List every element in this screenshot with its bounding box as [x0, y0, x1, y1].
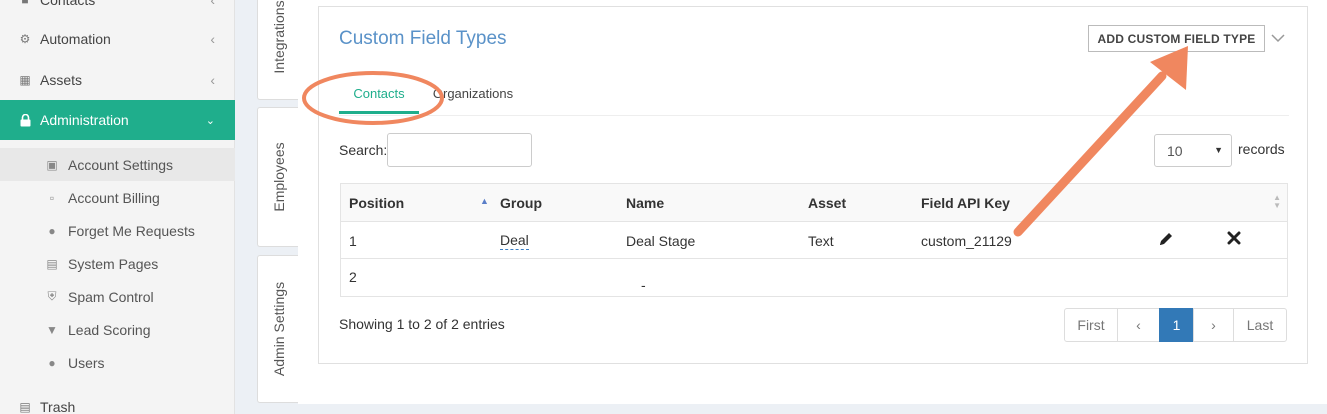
sidebar-subitem-label: System Pages	[68, 255, 159, 272]
user-icon: ●	[48, 355, 56, 370]
sidebar-item-label: Trash	[40, 399, 76, 414]
trash-icon: ▤	[19, 400, 31, 414]
grid-icon: ▦	[19, 73, 31, 87]
chevron-left-icon: ‹	[210, 31, 215, 47]
panel-title: Custom Field Types	[339, 28, 507, 49]
chevron-left-icon: ‹	[210, 0, 215, 8]
collapse-chevron-icon[interactable]	[1271, 30, 1285, 46]
sidebar-item-contacts[interactable]: ■ Contacts ‹	[0, 0, 235, 20]
sidebar-subitem-account-billing[interactable]: ▫ Account Billing	[0, 181, 235, 214]
custom-field-types-panel: Custom Field Types ADD CUSTOM FIELD TYPE…	[318, 6, 1308, 364]
custom-fields-table: Position ▲ Group Name Asset Field API Ke…	[340, 183, 1288, 297]
showing-entries-info: Showing 1 to 2 of 2 entries	[339, 316, 505, 332]
sidebar-subitem-forget-me-requests[interactable]: ● Forget Me Requests	[0, 214, 235, 247]
vtab-label: Admin Settings	[270, 281, 287, 377]
vtab-employees[interactable]: Employees	[257, 107, 299, 247]
cell-name: -	[641, 276, 646, 293]
sidebar-subitem-account-settings[interactable]: ▣ Account Settings	[0, 148, 235, 181]
col-asset[interactable]: Asset	[808, 184, 846, 222]
user-remove-icon: ●	[48, 223, 56, 238]
page-prev-button[interactable]: ‹	[1117, 308, 1160, 342]
shield-icon: ⛨	[47, 289, 57, 303]
sidebar-subitem-lead-scoring[interactable]: ▼ Lead Scoring	[0, 313, 235, 346]
page-1-button[interactable]: 1	[1159, 308, 1194, 342]
tabs-divider	[339, 115, 1289, 116]
sidebar-item-label: Administration	[40, 112, 129, 128]
col-field-api-key[interactable]: Field API Key	[921, 184, 1010, 222]
page-first-button[interactable]: First	[1064, 308, 1118, 342]
sidebar-subitem-label: Forget Me Requests	[68, 222, 195, 239]
caret-down-icon: ▼	[1214, 145, 1223, 155]
sidebar-item-trash[interactable]: ▤ Trash	[0, 387, 235, 414]
col-name[interactable]: Name	[626, 184, 664, 222]
col-position[interactable]: Position	[349, 184, 404, 222]
sidebar-subitem-system-pages[interactable]: ▤ System Pages	[0, 247, 235, 280]
newspaper-icon: ▤	[46, 256, 58, 271]
cell-group[interactable]: Deal	[500, 222, 529, 259]
filter-icon: ▼	[46, 322, 58, 337]
cell-name: Deal Stage	[626, 232, 696, 249]
cell-position: 1	[349, 232, 357, 249]
page-next-button[interactable]: ›	[1193, 308, 1234, 342]
sidebar-item-automation[interactable]: ⚙ Automation ‹	[0, 19, 235, 59]
page-length-value: 10	[1167, 142, 1183, 159]
tab-organizations[interactable]: Organizations	[431, 71, 515, 115]
sidebar-subitem-users[interactable]: ● Users	[0, 346, 235, 379]
vtab-label: Employees	[270, 142, 287, 212]
sidebar-item-administration[interactable]: Administration ⌄	[0, 100, 235, 140]
lock-icon	[16, 113, 34, 127]
page-length-select[interactable]: 10 ▼	[1154, 134, 1232, 167]
add-custom-field-type-button[interactable]: ADD CUSTOM FIELD TYPE	[1088, 25, 1265, 52]
sidebar-item-label: Contacts	[40, 0, 96, 8]
search-input[interactable]	[387, 133, 532, 167]
sidebar-subitem-label: Account Billing	[68, 189, 160, 206]
sidebar-subitem-label: Spam Control	[68, 288, 154, 305]
sort-ascending-icon: ▲	[480, 196, 489, 206]
user-icon: ■	[21, 0, 29, 7]
table-row: 1 Deal Deal Stage Text custom_21129	[341, 222, 1287, 259]
search-label: Search:	[339, 142, 388, 158]
table-row: 2 -	[341, 259, 1287, 296]
chevron-down-icon: ⌄	[205, 114, 215, 127]
sort-icon: ▲ ▼	[1273, 193, 1281, 210]
sidebar-item-assets[interactable]: ▦ Assets ‹	[0, 60, 235, 100]
document-icon: ▫	[49, 190, 55, 205]
records-label: records	[1238, 141, 1285, 157]
sidebar-subitem-label: Users	[68, 354, 105, 371]
table-header: Position ▲ Group Name Asset Field API Ke…	[341, 184, 1287, 222]
col-group[interactable]: Group	[500, 184, 542, 222]
sidebar: ■ Contacts ‹ ⚙ Automation ‹ ▦ Assets ‹ A…	[0, 0, 235, 414]
sitemap-icon: ▣	[46, 157, 58, 172]
sidebar-subitem-spam-control[interactable]: ⛨ Spam Control	[0, 280, 235, 313]
pagination: First ‹ 1 › Last	[1064, 308, 1287, 342]
sidebar-item-label: Assets	[40, 72, 83, 88]
sidebar-subitem-label: Lead Scoring	[68, 321, 151, 338]
vtab-admin-settings[interactable]: Admin Settings	[257, 255, 299, 403]
cell-api-key: custom_21129	[921, 232, 1012, 249]
group-editable-link[interactable]: Deal	[500, 232, 529, 250]
delete-x-icon[interactable]	[1227, 231, 1241, 249]
vtab-integrations[interactable]: Integrations	[257, 0, 299, 100]
cell-position: 2	[349, 269, 357, 285]
edit-pencil-icon[interactable]	[1158, 231, 1174, 251]
active-tab-indicator	[339, 111, 419, 114]
cogs-icon: ⚙	[19, 32, 31, 46]
page-last-button[interactable]: Last	[1233, 308, 1287, 342]
chevron-left-icon: ‹	[210, 72, 215, 88]
cell-asset: Text	[808, 232, 834, 249]
sidebar-item-label: Automation	[40, 31, 111, 47]
tab-contacts[interactable]: Contacts	[339, 71, 419, 115]
vtab-label: Integrations	[270, 0, 287, 74]
sidebar-subitem-label: Account Settings	[68, 156, 174, 173]
